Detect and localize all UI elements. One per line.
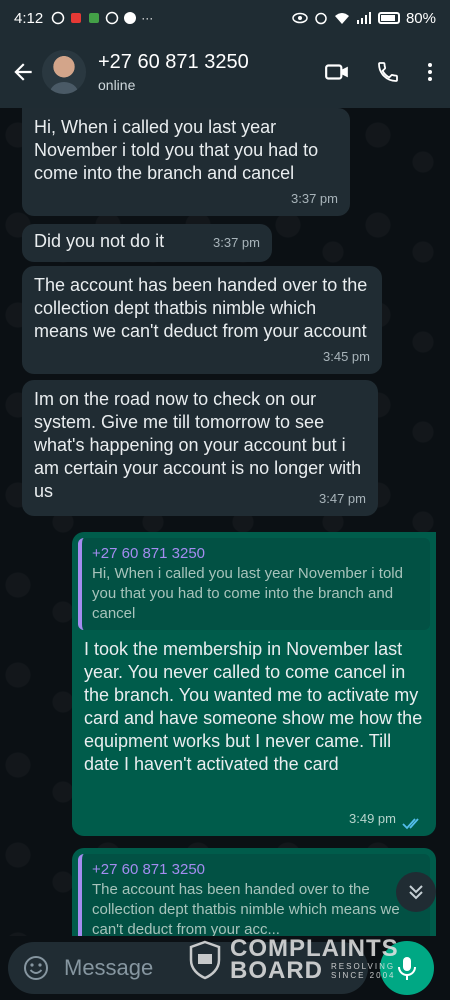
voice-call-icon[interactable] <box>376 60 400 84</box>
message-incoming[interactable]: Hi, When i called you last year November… <box>22 108 350 216</box>
quoted-sender: +27 60 871 3250 <box>92 861 206 878</box>
facebook-notification-icon <box>124 12 137 24</box>
quoted-message[interactable]: +27 60 871 3250 The account has been han… <box>78 854 430 936</box>
header-actions <box>324 59 440 85</box>
notification-icons: ··· <box>51 11 153 25</box>
eye-icon <box>292 12 308 24</box>
avatar[interactable] <box>42 50 86 94</box>
complaints-board-watermark: COMPLAINTS BOARD RESOLVING SINCE 2004 <box>188 937 399 984</box>
watermark-line4: SINCE 2004 <box>331 971 396 980</box>
message-time: 3:45 pm <box>323 349 370 364</box>
status-time: 4:12 <box>14 9 44 27</box>
message-time: 3:49 pm <box>349 811 396 826</box>
message-incoming[interactable]: Did you not do it 3:37 pm <box>22 224 272 262</box>
more-options-icon[interactable] <box>426 60 434 84</box>
microphone-icon <box>398 957 416 980</box>
contact-status: online <box>98 77 136 93</box>
app-notification-icon <box>71 13 82 23</box>
message-placeholder: Message <box>64 955 154 980</box>
signal-icon <box>356 12 371 24</box>
whatsapp-notification-icon <box>51 11 65 25</box>
watermark-line2: BOARD <box>230 957 323 984</box>
chat-header: +27 60 871 3250 online <box>0 36 450 108</box>
battery-percent: 80% <box>405 9 436 27</box>
whatsapp-notification-icon-2 <box>105 11 119 25</box>
more-notifications-icon: ··· <box>141 11 154 25</box>
shield-logo-icon <box>189 940 221 980</box>
message-text: Hi, When i called you last year November… <box>34 117 319 183</box>
quoted-sender: +27 60 871 3250 <box>92 545 206 562</box>
message-text: Im on the road now to check on our syste… <box>34 389 362 501</box>
message-text: I took the membership in November last y… <box>84 639 423 774</box>
battery-icon <box>377 12 400 24</box>
message-time: 3:37 pm <box>291 191 338 206</box>
chat-area[interactable]: Hi, When i called you last year November… <box>0 108 450 936</box>
double-chevron-down-icon <box>409 885 423 900</box>
read-ticks-icon <box>402 818 419 830</box>
back-arrow-icon[interactable] <box>10 59 36 85</box>
status-bar: 4:12 ··· 80% <box>0 0 450 36</box>
video-call-icon[interactable] <box>324 59 350 85</box>
system-icons: 80% <box>292 10 436 27</box>
wifi-icon <box>334 13 349 24</box>
quoted-text: Hi, When i called you last year November… <box>92 565 403 622</box>
message-outgoing[interactable]: +27 60 871 3250 Hi, When i called you la… <box>72 532 436 836</box>
message-time: 3:47 pm <box>319 491 366 506</box>
message-outgoing[interactable]: +27 60 871 3250 The account has been han… <box>72 848 436 936</box>
watermark-line3: RESOLVING <box>331 962 396 971</box>
message-text: The account has been handed over to the … <box>34 275 368 341</box>
contact-name: +27 60 871 3250 <box>98 51 249 73</box>
scroll-to-bottom-button[interactable] <box>396 872 436 912</box>
alarm-icon <box>315 12 327 25</box>
emoji-icon[interactable] <box>22 954 50 982</box>
bank-notification-icon <box>89 13 100 23</box>
contact-info[interactable]: +27 60 871 3250 online <box>98 51 249 93</box>
message-time: 3:37 pm <box>213 235 260 250</box>
quoted-message[interactable]: +27 60 871 3250 Hi, When i called you la… <box>78 538 430 630</box>
message-incoming[interactable]: The account has been handed over to the … <box>22 266 382 374</box>
message-incoming[interactable]: Im on the road now to check on our syste… <box>22 380 378 516</box>
quoted-text: The account has been handed over to the … <box>92 881 400 936</box>
